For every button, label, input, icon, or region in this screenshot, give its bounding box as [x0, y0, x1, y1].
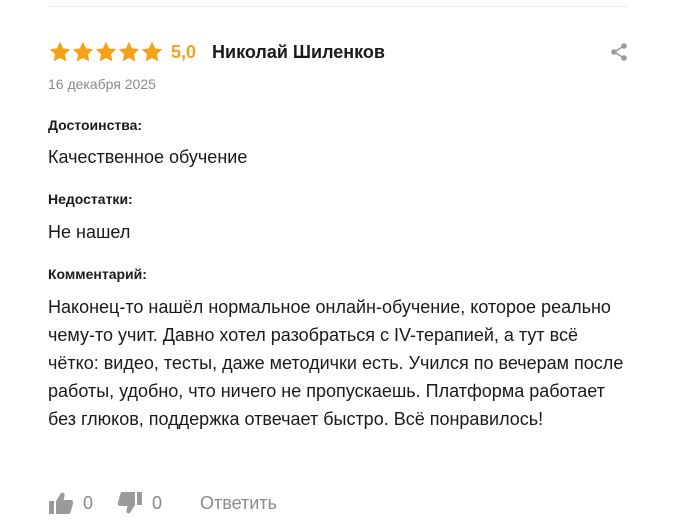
- dislike-count: 0: [152, 492, 163, 513]
- rating-stars: [48, 40, 163, 64]
- review-date: 16 декабря 2025: [48, 76, 156, 92]
- top-divider: [48, 6, 627, 7]
- share-icon[interactable]: [610, 42, 628, 62]
- comment-label: Комментарий:: [48, 266, 147, 282]
- star-icon: [48, 40, 72, 64]
- like-count: 0: [83, 492, 94, 513]
- cons-label: Недостатки:: [48, 191, 133, 207]
- author-name: Николай Шиленков: [212, 41, 385, 62]
- thumbs-down-icon: [117, 491, 143, 515]
- star-icon: [117, 40, 141, 64]
- thumbs-up-icon: [48, 491, 74, 515]
- cons-text: Не нашел: [48, 222, 131, 242]
- comment-text: Наконец-то нашёл нормальное онлайн-обуче…: [48, 297, 624, 429]
- rating-value: 5,0: [171, 41, 197, 62]
- star-icon: [94, 40, 118, 64]
- dislike-button[interactable]: 0: [117, 491, 162, 515]
- like-button[interactable]: 0: [48, 491, 93, 515]
- review-header: 5,0 Николай Шиленков: [48, 39, 638, 65]
- review-actions: 0 0 Ответить: [48, 490, 277, 516]
- star-icon: [140, 40, 164, 64]
- pros-label: Достоинства:: [48, 117, 143, 133]
- star-icon: [71, 40, 95, 64]
- pros-text: Качественное обучение: [48, 147, 248, 167]
- reply-button[interactable]: Ответить: [200, 493, 277, 514]
